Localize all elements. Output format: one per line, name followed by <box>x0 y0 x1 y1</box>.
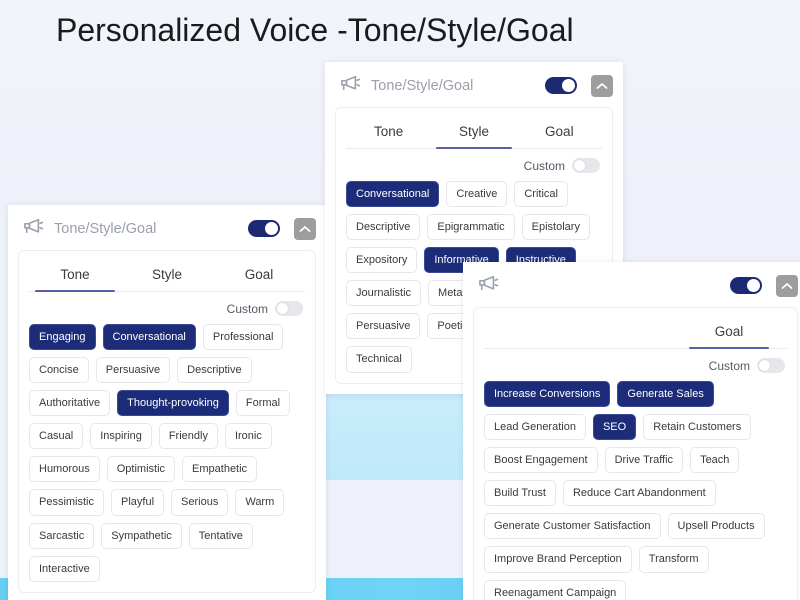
panel-enable-toggle[interactable] <box>730 277 762 294</box>
slide-canvas: Personalized Voice -Tone/Style/Goal Tone… <box>0 0 800 600</box>
chip-option[interactable]: Humorous <box>29 456 100 483</box>
chip-option[interactable]: Formal <box>235 390 291 417</box>
chip-option[interactable]: Engaging <box>29 324 96 351</box>
chevron-up-icon <box>781 277 793 295</box>
chip-option[interactable]: Persuasive <box>95 357 171 384</box>
chip-option[interactable]: Boost Engagement <box>484 447 598 474</box>
chip-option[interactable]: Reenagament Campaign <box>484 579 627 600</box>
chevron-up-icon <box>596 77 608 95</box>
chip-option[interactable]: Generate Customer Satisfaction <box>484 513 661 540</box>
megaphone-icon <box>339 74 361 97</box>
chip-option[interactable]: Epistolary <box>521 214 590 241</box>
collapse-panel-button[interactable] <box>294 217 316 240</box>
tab-bar: Tone Style Goal <box>346 114 602 149</box>
chip-list: Engaging Conversational Professional Concis… <box>29 324 305 582</box>
chip-option[interactable]: Increase Conversions <box>484 381 611 408</box>
chip-option[interactable]: Build Trust <box>484 480 556 507</box>
chip-option[interactable]: Generate Sales <box>617 381 714 408</box>
chip-option[interactable]: Journalistic <box>346 280 422 307</box>
chip-option[interactable]: Concise <box>29 357 89 384</box>
panel-header <box>463 262 800 307</box>
custom-label: Custom <box>523 158 565 173</box>
chip-option[interactable]: Descriptive <box>177 357 252 384</box>
chip-option[interactable]: Retain Customers <box>643 414 752 441</box>
collapse-panel-button[interactable] <box>776 274 798 297</box>
chip-option[interactable]: Reduce Cart Abandonment <box>562 480 716 507</box>
chip-option[interactable]: Creative <box>446 181 508 208</box>
chip-option[interactable]: Descriptive <box>346 214 421 241</box>
custom-label: Custom <box>226 301 268 316</box>
chip-option[interactable]: Sympathetic <box>101 522 182 549</box>
chip-option[interactable]: Thought-provoking <box>117 390 229 417</box>
chip-option[interactable]: SEO <box>592 414 637 441</box>
chip-list: Increase Conversions Generate Sales Lead G… <box>484 381 787 600</box>
custom-toggle[interactable] <box>572 158 600 173</box>
panel-header-title: Tone/Style/Goal <box>371 77 474 94</box>
chip-option[interactable]: Interactive <box>29 555 100 582</box>
chip-option[interactable]: Technical <box>346 346 412 373</box>
chip-option[interactable]: Improve Brand Perception <box>484 546 632 573</box>
page-title: Personalized Voice -Tone/Style/Goal <box>56 12 574 48</box>
panel-tone: Tone/Style/Goal Tone Style Goal Custom Engagi… <box>8 205 326 600</box>
custom-toggle-row: Custom <box>484 349 787 381</box>
chevron-up-icon <box>299 220 311 238</box>
chip-option[interactable]: Conversational <box>102 324 196 351</box>
chip-option[interactable]: Warm <box>235 489 285 516</box>
tab-bar: Tone Style Goal <box>29 257 305 292</box>
chip-option[interactable]: Teach <box>690 447 740 474</box>
collapse-panel-button[interactable] <box>591 74 613 97</box>
chip-option[interactable]: Inspiring <box>90 423 152 450</box>
chip-option[interactable]: Drive Traffic <box>604 447 684 474</box>
chip-option[interactable]: Playful <box>111 489 165 516</box>
custom-toggle-row: Custom <box>346 149 602 181</box>
chip-option[interactable]: Transform <box>638 546 709 573</box>
panel-body: Tone Style Goal Custom Engaging Conversationa… <box>18 250 316 593</box>
tab-goal[interactable]: Goal <box>517 114 602 148</box>
chip-option[interactable]: Upsell Products <box>667 513 765 540</box>
chip-option[interactable]: Authoritative <box>29 390 111 417</box>
chip-option[interactable]: Serious <box>171 489 229 516</box>
custom-toggle[interactable] <box>757 358 785 373</box>
panel-enable-toggle[interactable] <box>248 220 280 237</box>
custom-toggle[interactable] <box>275 301 303 316</box>
chip-option[interactable]: Critical <box>514 181 568 208</box>
chip-option[interactable]: Casual <box>29 423 84 450</box>
tab-tone[interactable]: Tone <box>346 114 431 148</box>
panel-header: Tone/Style/Goal <box>325 62 623 107</box>
chip-option[interactable]: Epigrammatic <box>427 214 515 241</box>
chip-option[interactable]: Expository <box>346 247 418 274</box>
chip-option[interactable]: Professional <box>202 324 284 351</box>
panel-header-title: Tone/Style/Goal <box>54 220 157 237</box>
chip-option[interactable]: Empathetic <box>182 456 258 483</box>
tab-style[interactable]: Style <box>121 257 213 291</box>
chip-option[interactable]: Ironic <box>224 423 272 450</box>
panel-goal: Goal Custom Increase Conversions Generate S… <box>463 262 800 600</box>
chip-option[interactable]: Pessimistic <box>29 489 105 516</box>
chip-option[interactable]: Optimistic <box>106 456 176 483</box>
chip-option[interactable]: Persuasive <box>346 313 421 340</box>
chip-option[interactable]: Tentative <box>188 522 253 549</box>
megaphone-icon <box>22 217 44 240</box>
chip-option[interactable]: Sarcastic <box>29 522 95 549</box>
tab-goal[interactable]: Goal <box>684 314 774 349</box>
custom-toggle-row: Custom <box>29 292 305 324</box>
panel-body: Goal Custom Increase Conversions Generate S… <box>473 307 798 600</box>
chip-option[interactable]: Conversational <box>346 181 440 208</box>
chip-option[interactable]: Friendly <box>158 423 218 450</box>
chip-option[interactable]: Lead Generation <box>484 414 586 441</box>
tab-style[interactable]: Style <box>431 114 516 149</box>
panel-header: Tone/Style/Goal <box>8 205 326 250</box>
custom-label: Custom <box>708 358 750 373</box>
tab-goal[interactable]: Goal <box>213 257 305 291</box>
tab-bar: Goal <box>484 314 787 349</box>
tab-tone[interactable]: Tone <box>29 257 121 292</box>
megaphone-icon <box>477 274 499 297</box>
panel-enable-toggle[interactable] <box>545 77 577 94</box>
